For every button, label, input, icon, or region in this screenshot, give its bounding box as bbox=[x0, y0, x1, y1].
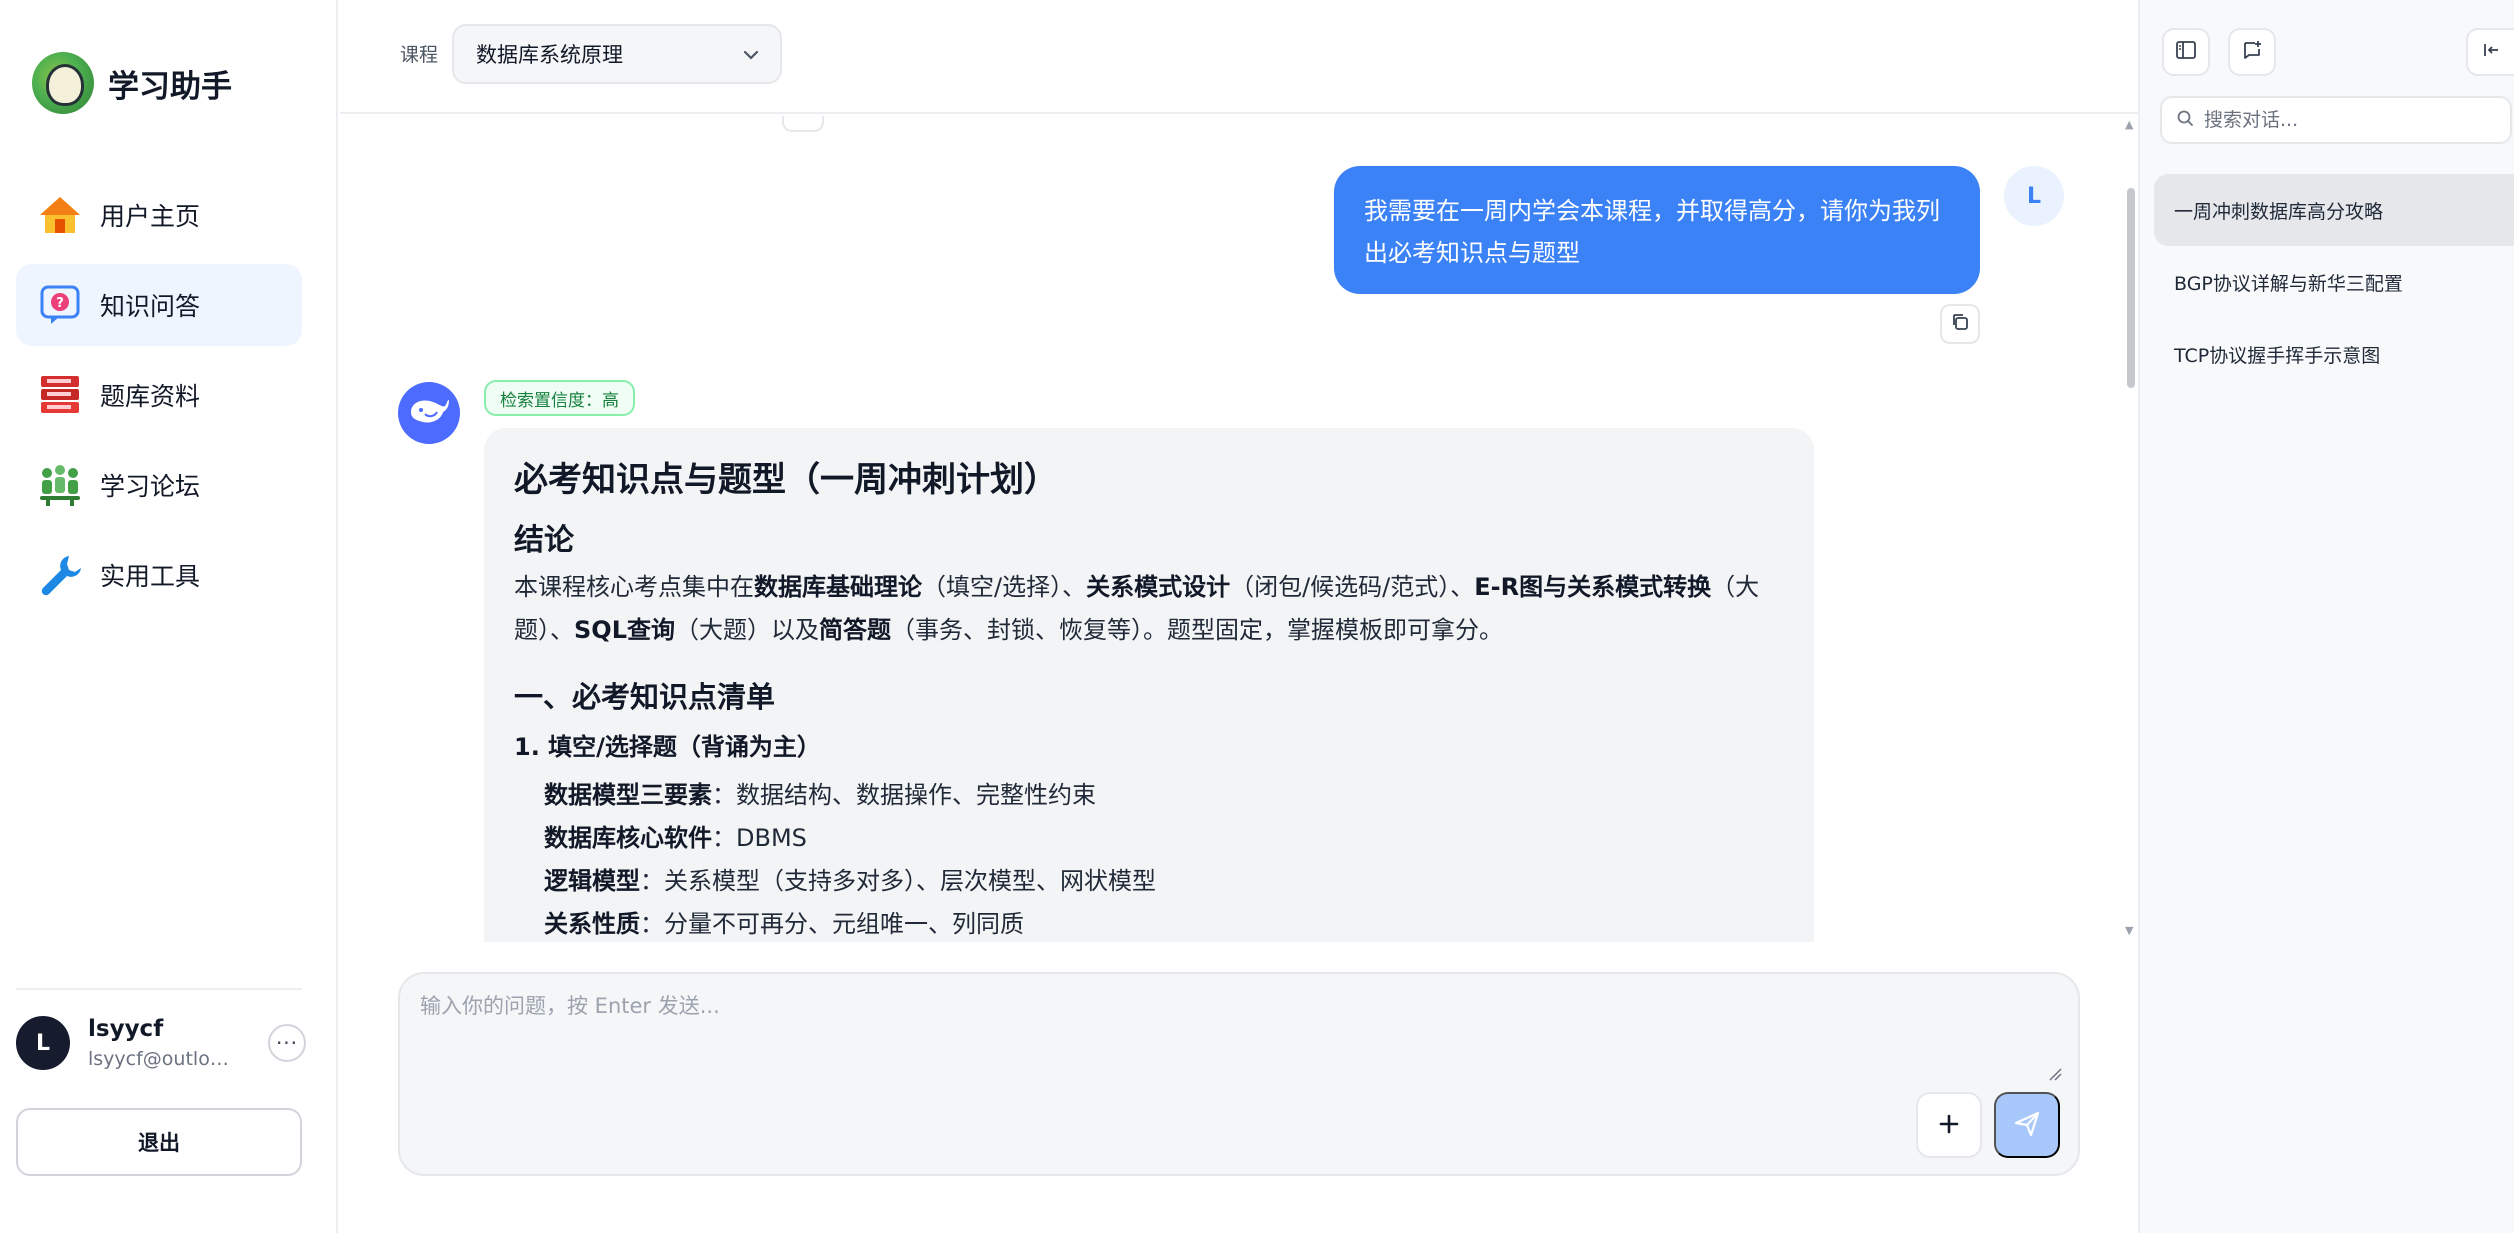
sidebar: 学习助手 用户主页 ? 知识问答 题库资料 学习论坛 实用工具 L lsyycf… bbox=[0, 0, 338, 1233]
user-chat-avatar: L bbox=[2004, 166, 2064, 226]
message-composer bbox=[398, 972, 2080, 1176]
user-email: lsyycf@outlook.com bbox=[88, 1048, 238, 1070]
top-header: 课程 数据库系统原理 bbox=[340, 0, 2138, 114]
send-button[interactable] bbox=[1994, 1092, 2060, 1158]
forum-people-icon bbox=[38, 463, 82, 507]
answer-bullet-list: 数据模型三要素：数据结构、数据操作、完整性约束 数据库核心软件：DBMS 逻辑模… bbox=[514, 774, 1784, 942]
user-more-button[interactable]: ··· bbox=[268, 1024, 306, 1062]
answer-title: 必考知识点与题型（一周冲刺计划） bbox=[514, 460, 1058, 500]
chat-area: 我需要在一周内学会本课程，并取得高分，请你为我列出必考知识点与题型 L 检索置信… bbox=[340, 116, 2138, 942]
sidebar-item-label: 实用工具 bbox=[100, 562, 201, 591]
sidebar-nav: 用户主页 ? 知识问答 题库资料 学习论坛 实用工具 bbox=[16, 174, 302, 624]
list-item: 逻辑模型：关系模型（支持多对多）、层次模型、网状模型 bbox=[544, 867, 1156, 895]
user-info: lsyycf lsyycf@outlook.com bbox=[88, 1016, 248, 1070]
course-select[interactable]: 数据库系统原理 bbox=[452, 24, 782, 84]
conversation-search[interactable] bbox=[2160, 96, 2512, 144]
assistant-message-bubble: 必考知识点与题型（一周冲刺计划） 结论 本课程核心考点集中在数据库基础理论（填空… bbox=[484, 428, 1814, 942]
copy-button[interactable] bbox=[1940, 304, 1980, 344]
sidebar-item-question-bank[interactable]: 题库资料 bbox=[16, 354, 302, 436]
copy-icon bbox=[1950, 312, 1970, 336]
sidebar-item-label: 知识问答 bbox=[100, 292, 201, 321]
logout-button[interactable]: 退出 bbox=[16, 1108, 302, 1176]
sidebar-divider bbox=[16, 988, 302, 990]
course-select-value: 数据库系统原理 bbox=[476, 43, 623, 67]
new-chat-button[interactable] bbox=[2228, 28, 2276, 76]
answer-subsection-title: 1. 填空/选择题（背诵为主） bbox=[514, 733, 821, 761]
sidebar-item-qa[interactable]: ? 知识问答 bbox=[16, 264, 302, 346]
scroll-up-icon[interactable]: ▲ bbox=[2125, 118, 2133, 131]
list-item: 数据库核心软件：DBMS bbox=[544, 824, 807, 852]
whale-icon bbox=[407, 394, 451, 432]
book-stack-icon bbox=[38, 373, 82, 417]
sidebar-item-home[interactable]: 用户主页 bbox=[16, 174, 302, 256]
course-label: 课程 bbox=[400, 44, 439, 66]
chat-scrollbar-thumb[interactable] bbox=[2127, 188, 2135, 388]
sidebar-layout-icon bbox=[2175, 39, 2197, 65]
toggle-layout-button[interactable] bbox=[2162, 28, 2210, 76]
user-profile: L lsyycf lsyycf@outlook.com ··· bbox=[16, 1012, 306, 1074]
chevron-down-icon bbox=[740, 44, 762, 71]
question-bubble-icon: ? bbox=[38, 283, 82, 327]
user-avatar[interactable]: L bbox=[16, 1016, 70, 1070]
previous-copy-button[interactable] bbox=[782, 116, 824, 132]
sidebar-item-label: 学习论坛 bbox=[100, 472, 201, 501]
resize-grip-icon[interactable] bbox=[2048, 1066, 2062, 1085]
confidence-badge: 检索置信度：高 bbox=[484, 380, 635, 416]
new-chat-icon bbox=[2241, 39, 2263, 65]
conversation-item[interactable]: 一周冲刺数据库高分攻略 bbox=[2154, 174, 2514, 246]
conversation-list: 一周冲刺数据库高分攻略 BGP协议详解与新华三配置 TCP协议握手挥手示意图 bbox=[2154, 174, 2514, 390]
svg-text:?: ? bbox=[56, 296, 64, 311]
app-title: 学习助手 bbox=[108, 68, 232, 105]
list-item: 关系性质：分量不可再分、元组唯一、列同质 bbox=[544, 910, 1024, 938]
home-icon bbox=[38, 193, 82, 237]
sidebar-item-label: 题库资料 bbox=[100, 382, 201, 411]
search-icon bbox=[2176, 109, 2194, 131]
attach-button[interactable] bbox=[1916, 1092, 1982, 1158]
list-item: 数据模型三要素：数据结构、数据操作、完整性约束 bbox=[544, 781, 1096, 809]
scroll-down-icon[interactable]: ▼ bbox=[2125, 924, 2133, 937]
user-name: lsyycf bbox=[88, 1016, 164, 1042]
message-input[interactable] bbox=[420, 990, 2060, 1086]
answer-conclusion-title: 结论 bbox=[514, 523, 574, 558]
answer-section-title: 一、必考知识点清单 bbox=[514, 680, 776, 714]
conversation-item[interactable]: BGP协议详解与新华三配置 bbox=[2154, 246, 2514, 318]
sidebar-item-label: 用户主页 bbox=[100, 202, 201, 231]
collapse-right-icon bbox=[2481, 40, 2501, 64]
collapse-panel-button[interactable] bbox=[2466, 28, 2514, 76]
conversation-item[interactable]: TCP协议握手挥手示意图 bbox=[2154, 318, 2514, 390]
send-icon bbox=[2013, 1110, 2041, 1141]
user-message-bubble: 我需要在一周内学会本课程，并取得高分，请你为我列出必考知识点与题型 bbox=[1334, 166, 1980, 294]
assistant-avatar bbox=[398, 382, 460, 444]
sidebar-item-tools[interactable]: 实用工具 bbox=[16, 534, 302, 616]
conversation-panel: 一周冲刺数据库高分攻略 BGP协议详解与新华三配置 TCP协议握手挥手示意图 bbox=[2138, 0, 2514, 1233]
app-logo bbox=[32, 52, 94, 114]
chat-scrollbar[interactable]: ▲ ▼ bbox=[2122, 116, 2136, 942]
conversation-search-input[interactable] bbox=[2204, 109, 2484, 131]
plus-icon bbox=[1937, 1112, 1961, 1139]
wrench-icon bbox=[38, 553, 82, 597]
sidebar-item-forum[interactable]: 学习论坛 bbox=[16, 444, 302, 526]
answer-conclusion-text: 本课程核心考点集中在数据库基础理论（填空/选择）、关系模式设计（闭包/候选码/范… bbox=[514, 573, 1760, 644]
brand[interactable]: 学习助手 bbox=[32, 52, 232, 114]
